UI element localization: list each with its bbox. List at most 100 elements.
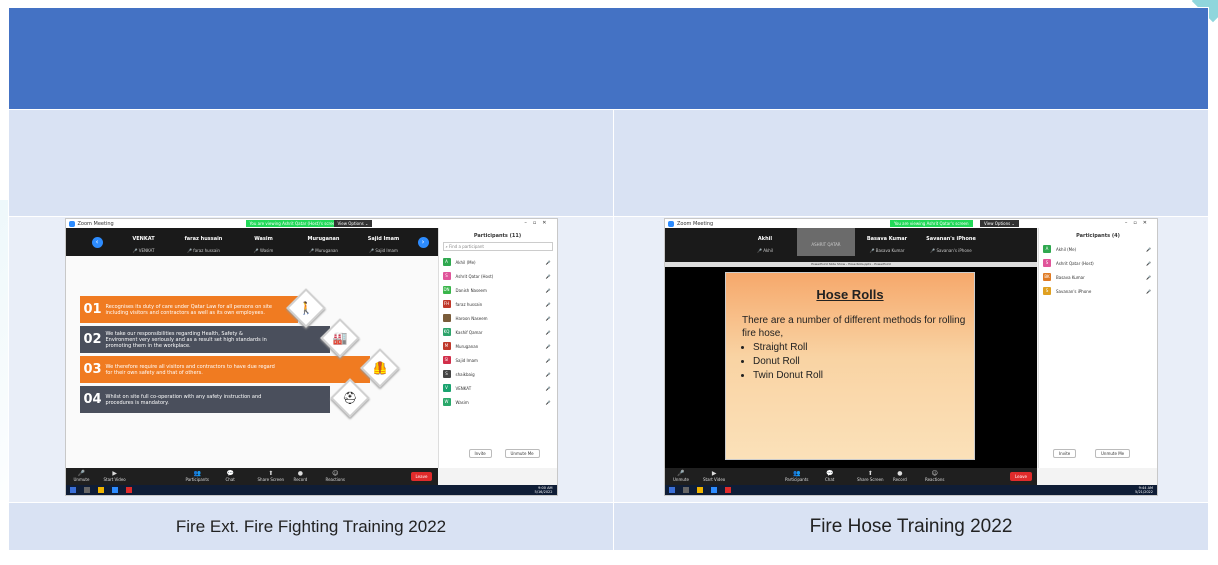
participant-row[interactable]: SI Sajid Imam 🎤	[439, 353, 557, 367]
toolbar-start-video-button[interactable]: ▶ Start Video	[703, 470, 725, 482]
taskbar-app-icon[interactable]	[83, 487, 90, 493]
unmute-me-button[interactable]: Unmute Me	[504, 449, 540, 458]
window-controls[interactable]: –▫✕	[1125, 220, 1153, 226]
toolbar-reactions-button[interactable]: ☺ Reactions	[925, 470, 944, 482]
header-cell	[8, 7, 1209, 110]
muted-mic-icon[interactable]: 🎤	[546, 386, 551, 391]
toolbar-share-screen-button[interactable]: ⬆ Share Screen	[258, 470, 285, 482]
video-tile[interactable]: Akhil 🎤 Akhil	[735, 228, 795, 256]
video-tile[interactable]: Savanan's iPhone 🎤 Savanan's iPhone	[919, 228, 983, 256]
muted-mic-icon[interactable]: 🎤	[546, 288, 551, 293]
toolbar-chat-button[interactable]: 💬 Chat	[226, 470, 235, 482]
image-cell-right: Zoom Meeting You are viewing Ashrit Qata…	[613, 216, 1209, 503]
video-tile[interactable]: Sajid Imam 🎤 Sajid Imam	[354, 228, 414, 256]
toolbar-unmute-button[interactable]: 🎤 Unmute	[673, 470, 689, 482]
start-icon[interactable]	[69, 487, 76, 493]
muted-mic-icon[interactable]: 🎤	[546, 400, 551, 405]
toolbar-unmute-button[interactable]: 🎤 Unmute	[74, 470, 90, 482]
participant-row[interactable]: BK Basava Kumar 🎤	[1039, 270, 1157, 284]
leave-button[interactable]: Leave	[1010, 472, 1032, 481]
zoom-screenshot-left: Zoom Meeting You are viewing Ashrit Qata…	[64, 218, 558, 496]
window-controls[interactable]: –▫✕	[524, 220, 552, 226]
toolbar-chat-button[interactable]: 💬 Chat	[825, 470, 834, 482]
muted-mic-icon[interactable]: 🎤	[1146, 275, 1151, 280]
muted-mic-icon[interactable]: 🎤	[1146, 247, 1151, 252]
participant-row[interactable]: S Ashrit Qatar (Host) 🎤	[439, 269, 557, 283]
avatar: S	[442, 272, 451, 280]
video-tile[interactable]: VENKAT 🎤 VENKAT	[114, 228, 174, 256]
muted-mic-icon[interactable]: 🎤	[546, 330, 551, 335]
leave-button[interactable]: Leave	[410, 472, 433, 481]
taskbar-app-icon[interactable]	[725, 487, 731, 493]
participant-name: Basava Kumar	[1056, 274, 1085, 280]
participant-row[interactable]: A Akhil (Me) 🎤	[439, 255, 557, 269]
slide-band: 04 Whilst on site full co-operation with …	[79, 386, 330, 413]
table-header-row	[8, 7, 1209, 110]
windows-taskbar: 9:44 AM 5/21/2022	[665, 485, 1157, 495]
toolbar-start-video-button[interactable]: ▶ Start Video	[104, 470, 126, 482]
taskbar-app-icon[interactable]	[97, 487, 104, 493]
muted-mic-icon[interactable]: 🎤	[546, 358, 551, 363]
view-options-button[interactable]: View Options ⌄	[980, 220, 1019, 227]
video-tile[interactable]: faraz hussain 🎤 faraz hussain	[174, 228, 234, 256]
avatar: V	[442, 384, 451, 392]
screen-share-banner: You are viewing Ashrit Qatar's screen	[890, 220, 973, 227]
toolbar-record-button[interactable]: ● Record	[893, 470, 907, 482]
invite-button[interactable]: Invite	[1053, 449, 1077, 458]
blank-cell-left	[8, 109, 614, 217]
participant-row[interactable]: FH faraz hussain 🎤	[439, 297, 557, 311]
screen-share-banner: You are viewing Ashrit Qatar (Host)'s sc…	[245, 220, 342, 227]
video-tile[interactable]: Basava Kumar 🎤 Basava Kumar	[857, 228, 917, 256]
invite-button[interactable]: Invite	[468, 449, 492, 458]
next-arrow-icon[interactable]: ›	[417, 237, 429, 248]
avatar: M	[442, 342, 451, 350]
participant-row[interactable]: M Muruganan 🎤	[439, 339, 557, 353]
participant-row[interactable]: V VENKAT 🎤	[439, 381, 557, 395]
participant-row[interactable]: KQ Kashif Qamar 🎤	[439, 325, 557, 339]
participant-row[interactable]: A Akhil (Me) 🎤	[1039, 242, 1157, 256]
taskbar-app-icon[interactable]	[125, 487, 132, 493]
taskbar-app-icon[interactable]	[711, 487, 717, 493]
muted-mic-icon[interactable]: 🎤	[1146, 261, 1151, 266]
zoom-screenshot-right: Zoom Meeting You are viewing Ashrit Qata…	[664, 218, 1158, 496]
muted-mic-icon[interactable]: 🎤	[546, 372, 551, 377]
toolbar-record-button[interactable]: ● Record	[294, 470, 308, 482]
video-strip: ‹ VENKAT 🎤 VENKAT faraz hussain 🎤 faraz hu…	[65, 228, 438, 256]
find-participant-input[interactable]: ⌕ Find a participant	[442, 242, 553, 251]
video-tile[interactable]: Muruganan 🎤 Muruganan	[294, 228, 354, 256]
muted-mic-icon[interactable]: 🎤	[546, 260, 551, 265]
toolbar-share-screen-button[interactable]: ⬆ Share Screen	[857, 470, 884, 482]
caption-left: Fire Ext. Fire Fighting Training 2022	[8, 502, 614, 551]
taskbar-app-icon[interactable]	[683, 487, 689, 493]
participant-row[interactable]: Sshaikbaig 🎤	[439, 367, 557, 381]
image-cell-left: Zoom Meeting You are viewing Ashrit Qata…	[8, 216, 614, 503]
windows-taskbar: 9:00 AM 5/16/2022	[65, 485, 557, 495]
prev-arrow-icon[interactable]: ‹	[91, 237, 103, 248]
participant-name: faraz hussain	[455, 301, 483, 307]
powerpoint-titlebar: PowerPoint Slide Show - Hose Rolls.pptx …	[665, 262, 1037, 267]
taskbar-app-icon[interactable]	[697, 487, 703, 493]
toolbar-participants-button[interactable]: 👥 Participants	[186, 470, 210, 482]
taskbar-app-icon[interactable]	[111, 487, 118, 493]
muted-mic-icon[interactable]: 🎤	[546, 274, 551, 279]
toolbar-reactions-button[interactable]: ☺ Reactions	[326, 470, 345, 482]
video-tile[interactable]: ASHRIT QATAR	[797, 228, 855, 256]
table-image-row: Zoom Meeting You are viewing Ashrit Qata…	[8, 216, 1209, 503]
participant-row[interactable]: S Ashrit Qatar (Host) 🎤	[1039, 256, 1157, 270]
toolbar-participants-button[interactable]: 👥 Participants	[785, 470, 809, 482]
participant-row[interactable]: W Wasim 🎤	[439, 395, 557, 409]
avatar: DN	[442, 286, 451, 294]
unmute-me-button[interactable]: Unmute Me	[1095, 449, 1131, 458]
muted-mic-icon[interactable]: 🎤	[546, 316, 551, 321]
participant-row[interactable]: DN Danish Naseem 🎤	[439, 283, 557, 297]
view-options-button[interactable]: View Options ⌄	[333, 220, 373, 227]
muted-mic-icon[interactable]: 🎤	[546, 344, 551, 349]
avatar: W	[442, 398, 451, 406]
participant-name: Savanan's iPhone	[1056, 288, 1092, 294]
participant-row[interactable]: S Savanan's iPhone 🎤	[1039, 284, 1157, 298]
video-tile[interactable]: Wasim 🎤 Wasim	[234, 228, 294, 256]
participant-row[interactable]: Haroon Naseem 🎤	[439, 311, 557, 325]
muted-mic-icon[interactable]: 🎤	[1146, 289, 1151, 294]
start-icon[interactable]	[669, 487, 675, 493]
muted-mic-icon[interactable]: 🎤	[546, 302, 551, 307]
